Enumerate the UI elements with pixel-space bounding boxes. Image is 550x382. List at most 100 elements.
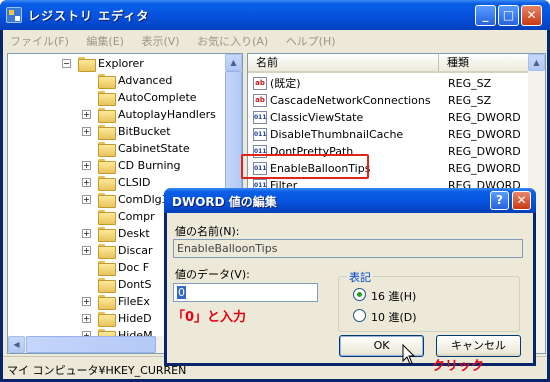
folder-icon — [78, 57, 96, 72]
binary-value-icon: 011 — [253, 128, 267, 141]
value-name: CascadeNetworkConnections — [270, 94, 431, 107]
expand-plus-icon[interactable]: + — [82, 178, 91, 187]
decimal-radio-label[interactable]: 10 進(D) — [371, 309, 417, 325]
value-name: (既定) — [270, 77, 301, 90]
tree-item-label: AutoComplete — [118, 91, 197, 104]
dialog-title: DWORD 値の編集 — [172, 195, 277, 209]
base-group-label: 表記 — [347, 269, 373, 285]
tree-hscroll-thumb[interactable] — [26, 336, 156, 353]
tree-item-label: Discar — [118, 244, 153, 257]
maximize-button[interactable]: □ — [498, 5, 519, 26]
value-name-label: 値の名前(N): — [175, 225, 240, 238]
collapse-minus-icon[interactable]: − — [62, 59, 71, 68]
binary-value-icon: 011 — [253, 111, 267, 124]
menu-favorites[interactable]: お気に入り(A) — [190, 30, 275, 49]
value-data-text: 0 — [177, 286, 186, 299]
scroll-left-arrow-icon[interactable]: ◀ — [8, 336, 25, 353]
tree-item-label: Doc F — [118, 261, 150, 274]
input-annotation: 「0」と入力 — [172, 310, 247, 325]
click-annotation: クリック — [432, 359, 485, 374]
mouse-cursor-icon — [402, 344, 416, 365]
folder-icon — [98, 312, 116, 327]
tree-item-label: HideD — [118, 312, 152, 325]
tree-item-label: Explorer — [98, 57, 144, 70]
tree-item[interactable]: CabinetState — [8, 140, 227, 157]
list-scroll-up-icon[interactable]: ▲ — [528, 54, 545, 71]
tree-item-label: CLSID — [118, 176, 151, 189]
value-type: REG_DWORD — [448, 111, 521, 124]
folder-icon — [98, 159, 116, 174]
value-type: REG_DWORD — [448, 128, 521, 141]
column-header-name[interactable]: 名前 — [248, 54, 438, 73]
tree-item[interactable]: + CD Burning — [8, 157, 227, 174]
tree-item-label: Advanced — [118, 74, 173, 87]
tree-item-label: AutoplayHandlers — [118, 108, 216, 121]
help-button[interactable]: ? — [490, 191, 509, 210]
expand-plus-icon[interactable]: + — [82, 195, 91, 204]
folder-icon — [98, 91, 116, 106]
tree-item[interactable]: − Explorer — [8, 55, 227, 72]
hex-radio[interactable] — [353, 288, 366, 301]
expand-plus-icon[interactable]: + — [82, 229, 91, 238]
folder-icon — [98, 142, 116, 157]
string-value-icon: ab — [253, 77, 267, 90]
decimal-radio[interactable] — [353, 309, 366, 322]
value-type: REG_DWORD — [448, 145, 521, 158]
edit-dword-dialog: DWORD 値の編集 ? ✕ 値の名前(N): EnableBalloonTip… — [164, 188, 536, 366]
tree-item[interactable]: AutoComplete — [8, 89, 227, 106]
folder-icon — [98, 295, 116, 310]
value-row[interactable]: 011 ClassicViewState REG_DWORD — [248, 109, 530, 126]
dialog-close-button[interactable]: ✕ — [512, 191, 531, 210]
menu-bar: ファイル(F) 編集(E) 表示(V) お気に入り(A) ヘルプ(H) — [3, 30, 547, 51]
expand-plus-icon[interactable]: + — [82, 127, 91, 136]
tree-item-label: Compr — [118, 210, 155, 223]
value-type: REG_SZ — [448, 94, 492, 107]
tree-item-label: Deskt — [118, 227, 150, 240]
menu-view[interactable]: 表示(V) — [134, 30, 186, 49]
highlight-frame — [241, 154, 369, 179]
value-data-label: 値のデータ(V): — [175, 268, 250, 281]
value-row[interactable]: 011 DisableThumbnailCache REG_DWORD — [248, 126, 530, 143]
value-type: REG_DWORD — [448, 162, 521, 175]
value-data-input[interactable]: 0 — [173, 283, 318, 302]
base-group: 表記 16 進(H) 10 進(D) — [338, 269, 520, 332]
folder-icon — [98, 227, 116, 242]
regedit-app-icon — [6, 7, 22, 23]
dialog-body: 値の名前(N): EnableBalloonTips 値のデータ(V): 0 表… — [167, 213, 533, 363]
expand-plus-icon[interactable]: + — [82, 246, 91, 255]
menu-edit[interactable]: 編集(E) — [79, 30, 131, 49]
menu-file[interactable]: ファイル(F) — [3, 30, 76, 49]
folder-icon — [98, 176, 116, 191]
dialog-title-bar[interactable]: DWORD 値の編集 ? ✕ — [164, 188, 536, 213]
menu-help[interactable]: ヘルプ(H) — [279, 30, 343, 49]
tree-item-label: CabinetState — [118, 142, 190, 155]
expand-plus-icon[interactable]: + — [82, 314, 91, 323]
tree-item-label: BitBucket — [118, 125, 171, 138]
tree-item-label: DontS — [118, 278, 152, 291]
folder-icon — [98, 125, 116, 140]
value-row[interactable]: ab CascadeNetworkConnections REG_SZ — [248, 92, 530, 109]
minimize-button[interactable]: _ — [475, 5, 496, 26]
folder-icon — [98, 108, 116, 123]
folder-icon — [98, 278, 116, 293]
tree-item[interactable]: Advanced — [8, 72, 227, 89]
title-bar[interactable]: レジストリ エディタ _ □ ✕ — [0, 0, 550, 30]
expand-plus-icon[interactable]: + — [82, 110, 91, 119]
close-button[interactable]: ✕ — [521, 5, 542, 26]
tree-item-label: CD Burning — [118, 159, 181, 172]
value-name: DisableThumbnailCache — [270, 128, 404, 141]
tree-item-label: FileEx — [118, 295, 150, 308]
tree-item[interactable]: + AutoplayHandlers — [8, 106, 227, 123]
expand-plus-icon[interactable]: + — [82, 297, 91, 306]
cancel-button[interactable]: キャンセル — [436, 335, 521, 357]
hex-radio-label[interactable]: 16 進(H) — [371, 288, 416, 304]
folder-icon — [98, 74, 116, 89]
expand-plus-icon[interactable]: + — [82, 161, 91, 170]
scroll-up-arrow-icon[interactable]: ▲ — [225, 54, 242, 71]
value-name: ClassicViewState — [270, 111, 364, 124]
folder-icon — [98, 193, 116, 208]
string-value-icon: ab — [253, 94, 267, 107]
value-name-field: EnableBalloonTips — [173, 239, 523, 258]
value-row[interactable]: ab (既定) REG_SZ — [248, 75, 530, 92]
tree-item[interactable]: + BitBucket — [8, 123, 227, 140]
